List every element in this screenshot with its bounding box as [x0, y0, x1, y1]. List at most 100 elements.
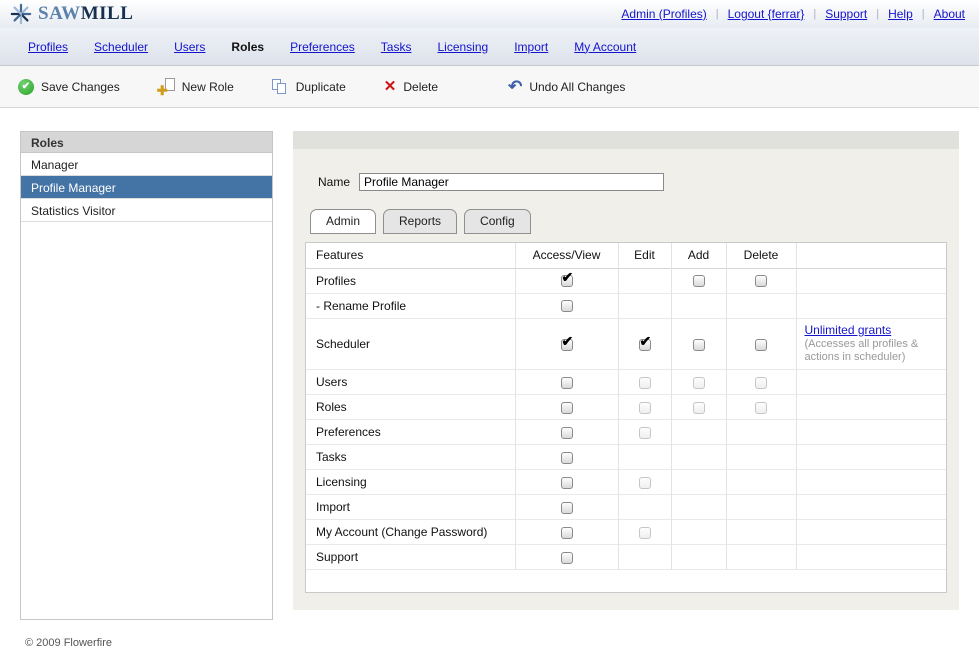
nav-item-profiles[interactable]: Profiles	[28, 40, 68, 54]
tab-strip: Admin Reports Config	[310, 209, 947, 234]
feature-name: Import	[306, 495, 515, 520]
sawmill-logo: SAWMILL	[10, 3, 133, 25]
delete-button[interactable]: ✕Delete	[384, 79, 438, 94]
edit-cell	[618, 445, 671, 470]
name-label: Name	[318, 175, 350, 189]
checkbox-unchecked[interactable]	[693, 339, 705, 351]
nav-item-roles[interactable]: Roles	[231, 40, 264, 54]
edit-cell	[618, 395, 671, 420]
duplicate-button[interactable]: Duplicate	[272, 79, 346, 95]
checkbox-unchecked[interactable]	[693, 275, 705, 287]
edit-cell	[618, 545, 671, 570]
nav-item-preferences[interactable]: Preferences	[290, 40, 355, 54]
delete-cell	[726, 520, 796, 545]
checkbox-checked[interactable]: ✔	[561, 339, 573, 351]
checkbox-unchecked[interactable]	[561, 427, 573, 439]
delete-cell	[726, 268, 796, 293]
access-view-cell: ✔	[515, 268, 618, 293]
tab-reports[interactable]: Reports	[383, 209, 457, 234]
header-link-about[interactable]: About	[934, 7, 965, 21]
header-link-admin-profiles[interactable]: Admin (Profiles)	[621, 7, 706, 21]
feature-name: Tasks	[306, 445, 515, 470]
nav-item-tasks[interactable]: Tasks	[381, 40, 412, 54]
checkbox-unchecked[interactable]	[561, 527, 573, 539]
logo-text: SAWMILL	[38, 3, 133, 25]
add-cell	[671, 470, 726, 495]
access-view-cell	[515, 293, 618, 318]
content-area: Roles ManagerProfile ManagerStatistics V…	[0, 108, 979, 620]
table-row-roles: Roles	[306, 395, 946, 420]
undo-all-changes-button[interactable]: ↶Undo All Changes	[508, 79, 625, 95]
checkbox-checked[interactable]: ✔	[639, 339, 651, 351]
sidebar-item-manager[interactable]: Manager	[21, 153, 272, 176]
nav-item-scheduler[interactable]: Scheduler	[94, 40, 148, 54]
button-label: New Role	[182, 80, 234, 94]
checkbox-disabled	[639, 477, 651, 489]
checkbox-checked[interactable]: ✔	[561, 275, 573, 287]
column-header-add: Add	[671, 243, 726, 268]
sidebar-item-profile-manager[interactable]: Profile Manager	[21, 176, 272, 199]
note-cell	[796, 420, 946, 445]
nav-item-licensing[interactable]: Licensing	[437, 40, 488, 54]
checkbox-unchecked[interactable]	[561, 402, 573, 414]
button-label: Duplicate	[296, 80, 346, 94]
checkbox-disabled	[693, 377, 705, 389]
link-separator: |	[813, 8, 816, 20]
sidebar-item-statistics-visitor[interactable]: Statistics Visitor	[21, 199, 272, 222]
checkbox-unchecked[interactable]	[561, 502, 573, 514]
save-changes-button[interactable]: ✔Save Changes	[18, 79, 120, 95]
nav-item-users[interactable]: Users	[174, 40, 205, 54]
checkbox-unchecked[interactable]	[561, 552, 573, 564]
checkbox-disabled	[639, 377, 651, 389]
note-cell	[796, 445, 946, 470]
main-nav: Profiles Scheduler Users Roles Preferences Ta…	[0, 28, 979, 66]
checkbox-unchecked[interactable]	[755, 275, 767, 287]
check-mark: ✔	[640, 334, 652, 348]
feature-name: My Account (Change Password)	[306, 520, 515, 545]
main-panel: Name AdminReportsConfig FeaturesAccess/V…	[293, 131, 959, 610]
delete-cell	[726, 470, 796, 495]
table-body: Profiles✔- Rename ProfileScheduler✔✔Unli…	[306, 268, 946, 570]
column-header-edit: Edit	[618, 243, 671, 268]
checkbox-unchecked[interactable]	[561, 452, 573, 464]
header-link-help[interactable]: Help	[888, 7, 913, 21]
add-cell	[671, 293, 726, 318]
duplicate-pages-icon	[272, 79, 289, 95]
column-header-access-view: Access/View	[515, 243, 618, 268]
feature-name: Scheduler	[306, 318, 515, 370]
header-link-support[interactable]: Support	[825, 7, 867, 21]
note-cell	[796, 545, 946, 570]
button-label: Undo All Changes	[529, 80, 625, 94]
access-view-cell	[515, 495, 618, 520]
checkbox-unchecked[interactable]	[755, 339, 767, 351]
nav-item-import[interactable]: Import	[514, 40, 548, 54]
edit-cell	[618, 495, 671, 520]
new-role-button[interactable]: ✚New Role	[158, 78, 234, 95]
access-view-cell	[515, 445, 618, 470]
delete-cell	[726, 318, 796, 370]
delete-cell	[726, 495, 796, 520]
tab-config[interactable]: Config	[464, 209, 531, 234]
header-bar: SAWMILL Admin (Profiles) | Logout {ferrar}…	[0, 0, 979, 28]
delete-cell	[726, 370, 796, 395]
add-cell	[671, 445, 726, 470]
unlimited-grants-link[interactable]: Unlimited grants	[805, 323, 892, 337]
edit-cell	[618, 420, 671, 445]
nav-item-my-account[interactable]: My Account	[574, 40, 636, 54]
table-row-users: Users	[306, 370, 946, 395]
link-separator: |	[716, 8, 719, 20]
feature-name: Preferences	[306, 420, 515, 445]
sidebar-items: ManagerProfile ManagerStatistics Visitor	[21, 153, 272, 222]
access-view-cell: ✔	[515, 318, 618, 370]
checkbox-unchecked[interactable]	[561, 477, 573, 489]
checkbox-unchecked[interactable]	[561, 300, 573, 312]
link-separator: |	[922, 8, 925, 20]
table-row-rename-profile: - Rename Profile	[306, 293, 946, 318]
tab-admin[interactable]: Admin	[310, 209, 376, 234]
role-name-input[interactable]	[359, 173, 664, 191]
checkbox-unchecked[interactable]	[561, 377, 573, 389]
copyright-text: © 2009 Flowerfire	[25, 637, 979, 649]
checkbox-disabled	[639, 527, 651, 539]
button-label: Delete	[403, 80, 438, 94]
header-link-logout-ferrar[interactable]: Logout {ferrar}	[728, 7, 805, 21]
